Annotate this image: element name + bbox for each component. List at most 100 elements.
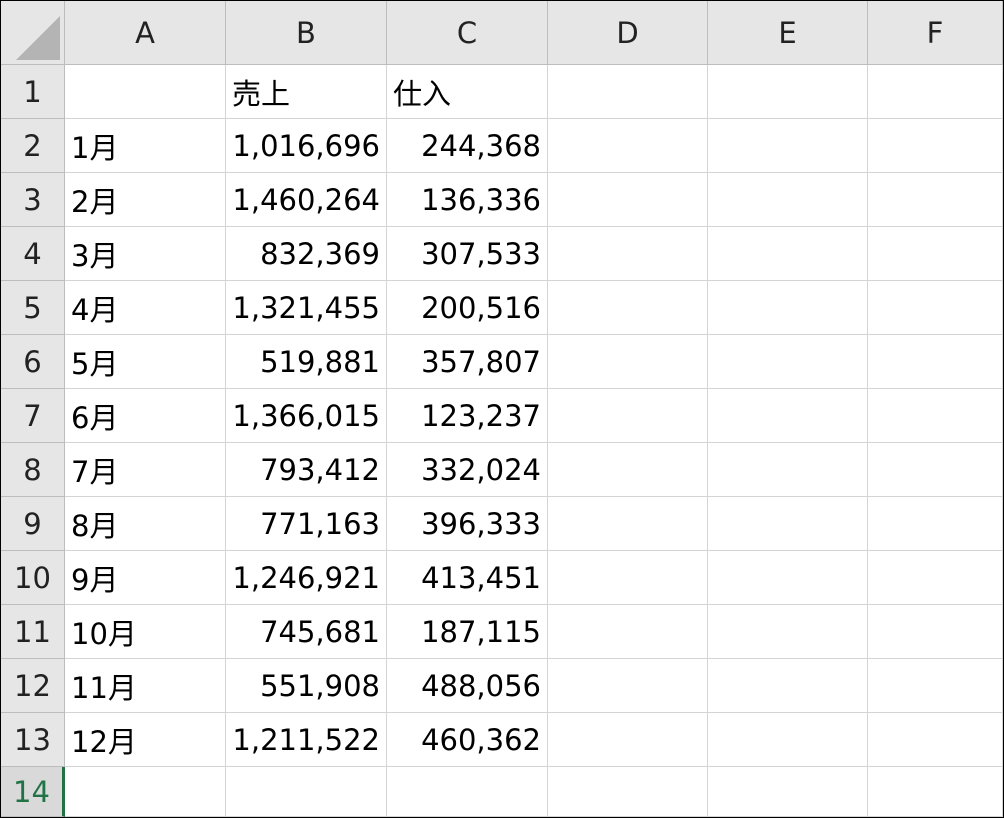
cell-empty[interactable] — [868, 389, 1003, 443]
cell-empty[interactable] — [708, 281, 868, 335]
row-header[interactable]: 10 — [1, 551, 65, 605]
cell-purchases[interactable]: 244,368 — [387, 119, 548, 173]
cell-month[interactable]: 4月 — [65, 281, 226, 335]
cell-empty[interactable] — [708, 767, 868, 817]
cell-purchases[interactable]: 307,533 — [387, 227, 548, 281]
cell-empty[interactable] — [548, 335, 708, 389]
cell-purchases[interactable]: 357,807 — [387, 335, 548, 389]
cell-empty[interactable] — [548, 767, 708, 817]
column-header-a[interactable]: A — [65, 1, 226, 65]
cell-empty[interactable] — [868, 659, 1003, 713]
cell-sales[interactable]: 1,366,015 — [226, 389, 387, 443]
cell-month[interactable]: 9月 — [65, 551, 226, 605]
row-header[interactable]: 1 — [1, 65, 65, 119]
cell-empty[interactable] — [548, 605, 708, 659]
row-header[interactable]: 11 — [1, 605, 65, 659]
row-header[interactable]: 7 — [1, 389, 65, 443]
cell-sales[interactable]: 519,881 — [226, 335, 387, 389]
cell-c1-purchases-header[interactable]: 仕入 — [387, 65, 548, 119]
column-header-d[interactable]: D — [548, 1, 708, 65]
cell-sales[interactable]: 832,369 — [226, 227, 387, 281]
cell-empty[interactable] — [708, 227, 868, 281]
cell-e1[interactable] — [708, 65, 868, 119]
row-header[interactable]: 12 — [1, 659, 65, 713]
cell-purchases[interactable]: 332,024 — [387, 443, 548, 497]
row-header[interactable]: 5 — [1, 281, 65, 335]
select-all-corner[interactable] — [1, 1, 65, 65]
cell-sales[interactable]: 793,412 — [226, 443, 387, 497]
cell-empty[interactable] — [868, 335, 1003, 389]
column-header-c[interactable]: C — [387, 1, 548, 65]
cell-purchases[interactable]: 136,336 — [387, 173, 548, 227]
cell-empty[interactable] — [868, 767, 1003, 817]
cell-empty[interactable] — [868, 227, 1003, 281]
cell-f1[interactable] — [868, 65, 1003, 119]
cell-month[interactable]: 8月 — [65, 497, 226, 551]
cell-empty[interactable] — [868, 281, 1003, 335]
cell-purchases[interactable]: 460,362 — [387, 713, 548, 767]
cell-purchases[interactable]: 413,451 — [387, 551, 548, 605]
cell-empty[interactable] — [387, 767, 548, 817]
cell-purchases[interactable]: 200,516 — [387, 281, 548, 335]
cell-month[interactable]: 6月 — [65, 389, 226, 443]
cell-empty[interactable] — [708, 119, 868, 173]
row-header[interactable]: 4 — [1, 227, 65, 281]
cell-empty[interactable] — [548, 659, 708, 713]
cell-empty[interactable] — [65, 767, 226, 817]
cell-empty[interactable] — [868, 497, 1003, 551]
row-header[interactable]: 6 — [1, 335, 65, 389]
column-header-f[interactable]: F — [868, 1, 1003, 65]
cell-sales[interactable]: 1,460,264 — [226, 173, 387, 227]
cell-empty[interactable] — [708, 659, 868, 713]
cell-month[interactable]: 12月 — [65, 713, 226, 767]
cell-empty[interactable] — [868, 443, 1003, 497]
cell-empty[interactable] — [226, 767, 387, 817]
cell-empty[interactable] — [708, 497, 868, 551]
column-header-b[interactable]: B — [226, 1, 387, 65]
cell-sales[interactable]: 1,016,696 — [226, 119, 387, 173]
cell-sales[interactable]: 1,321,455 — [226, 281, 387, 335]
cell-month[interactable]: 10月 — [65, 605, 226, 659]
cell-sales[interactable]: 551,908 — [226, 659, 387, 713]
row-header[interactable]: 13 — [1, 713, 65, 767]
cell-empty[interactable] — [868, 119, 1003, 173]
row-header[interactable]: 8 — [1, 443, 65, 497]
cell-purchases[interactable]: 123,237 — [387, 389, 548, 443]
cell-empty[interactable] — [548, 713, 708, 767]
cell-empty[interactable] — [548, 443, 708, 497]
cell-sales[interactable]: 745,681 — [226, 605, 387, 659]
cell-empty[interactable] — [548, 551, 708, 605]
cell-purchases[interactable]: 187,115 — [387, 605, 548, 659]
cell-empty[interactable] — [708, 713, 868, 767]
cell-month[interactable]: 11月 — [65, 659, 226, 713]
cell-empty[interactable] — [868, 605, 1003, 659]
cell-empty[interactable] — [708, 335, 868, 389]
cell-d1[interactable] — [548, 65, 708, 119]
cell-sales[interactable]: 771,163 — [226, 497, 387, 551]
column-header-e[interactable]: E — [708, 1, 868, 65]
cell-month[interactable]: 5月 — [65, 335, 226, 389]
cell-sales[interactable]: 1,211,522 — [226, 713, 387, 767]
cell-empty[interactable] — [708, 551, 868, 605]
cell-empty[interactable] — [868, 713, 1003, 767]
row-header[interactable]: 3 — [1, 173, 65, 227]
row-header-active[interactable]: 14 — [1, 767, 65, 817]
row-header[interactable]: 9 — [1, 497, 65, 551]
cell-empty[interactable] — [548, 389, 708, 443]
cell-empty[interactable] — [548, 227, 708, 281]
cell-empty[interactable] — [548, 281, 708, 335]
cell-empty[interactable] — [868, 551, 1003, 605]
cell-purchases[interactable]: 488,056 — [387, 659, 548, 713]
cell-b1-sales-header[interactable]: 売上 — [226, 65, 387, 119]
cell-empty[interactable] — [708, 173, 868, 227]
cell-purchases[interactable]: 396,333 — [387, 497, 548, 551]
cell-empty[interactable] — [708, 605, 868, 659]
cell-month[interactable]: 2月 — [65, 173, 226, 227]
cell-empty[interactable] — [548, 119, 708, 173]
cell-empty[interactable] — [868, 173, 1003, 227]
cell-month[interactable]: 7月 — [65, 443, 226, 497]
cell-month[interactable]: 1月 — [65, 119, 226, 173]
cell-sales[interactable]: 1,246,921 — [226, 551, 387, 605]
cell-month[interactable]: 3月 — [65, 227, 226, 281]
cell-empty[interactable] — [708, 389, 868, 443]
